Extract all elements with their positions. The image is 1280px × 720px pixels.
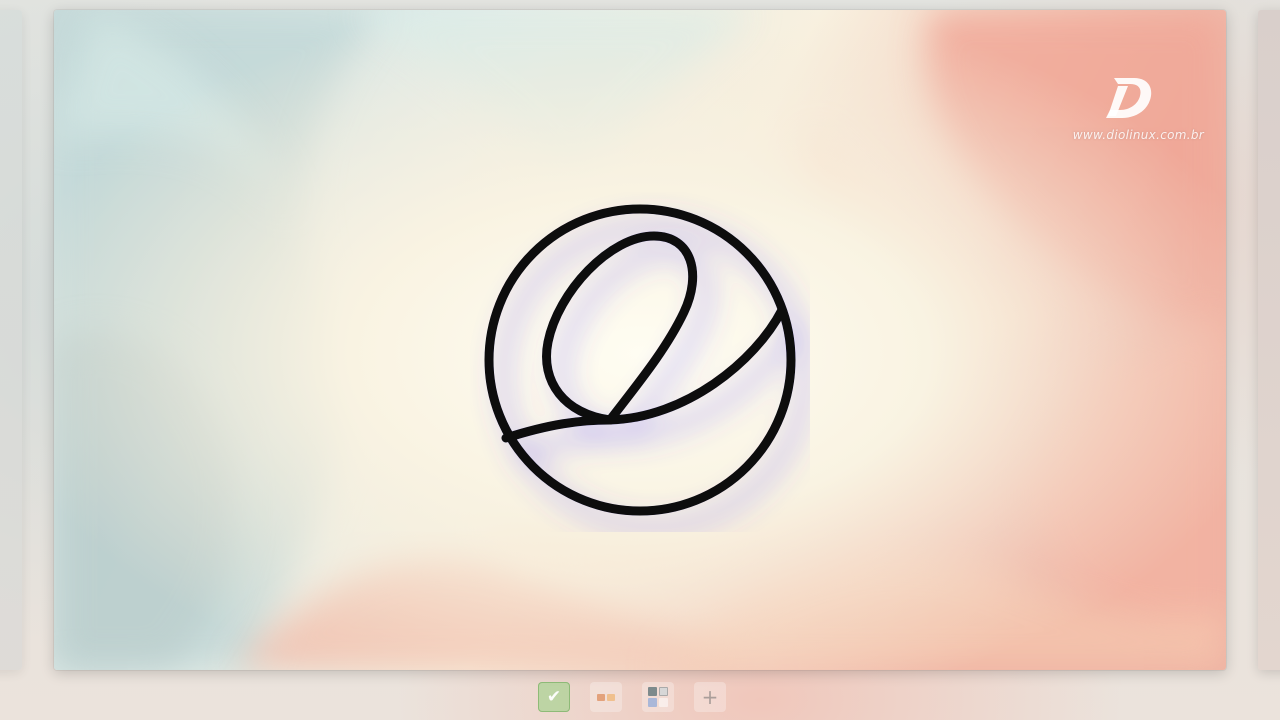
previous-workspace-preview[interactable] <box>0 10 22 670</box>
workspace-3-button[interactable] <box>642 682 674 712</box>
watermark-text: www.diolinux.com.br <box>1072 128 1204 142</box>
next-workspace-preview[interactable] <box>1258 10 1280 670</box>
app-grid-icon <box>648 687 668 707</box>
app-thumbnails-icon <box>597 693 615 701</box>
workspace-2-button[interactable] <box>590 682 622 712</box>
watermark: www.diolinux.com.br <box>1024 72 1204 142</box>
workspace-1-button[interactable]: ✔ <box>538 682 570 712</box>
diolinux-d-icon <box>1106 78 1152 118</box>
elementary-logo-icon <box>484 204 796 516</box>
workspace-switcher: ✔ + <box>538 680 726 714</box>
add-workspace-button[interactable]: + <box>694 682 726 712</box>
checkmark-icon: ✔ <box>546 686 562 707</box>
plus-icon: + <box>701 685 719 709</box>
